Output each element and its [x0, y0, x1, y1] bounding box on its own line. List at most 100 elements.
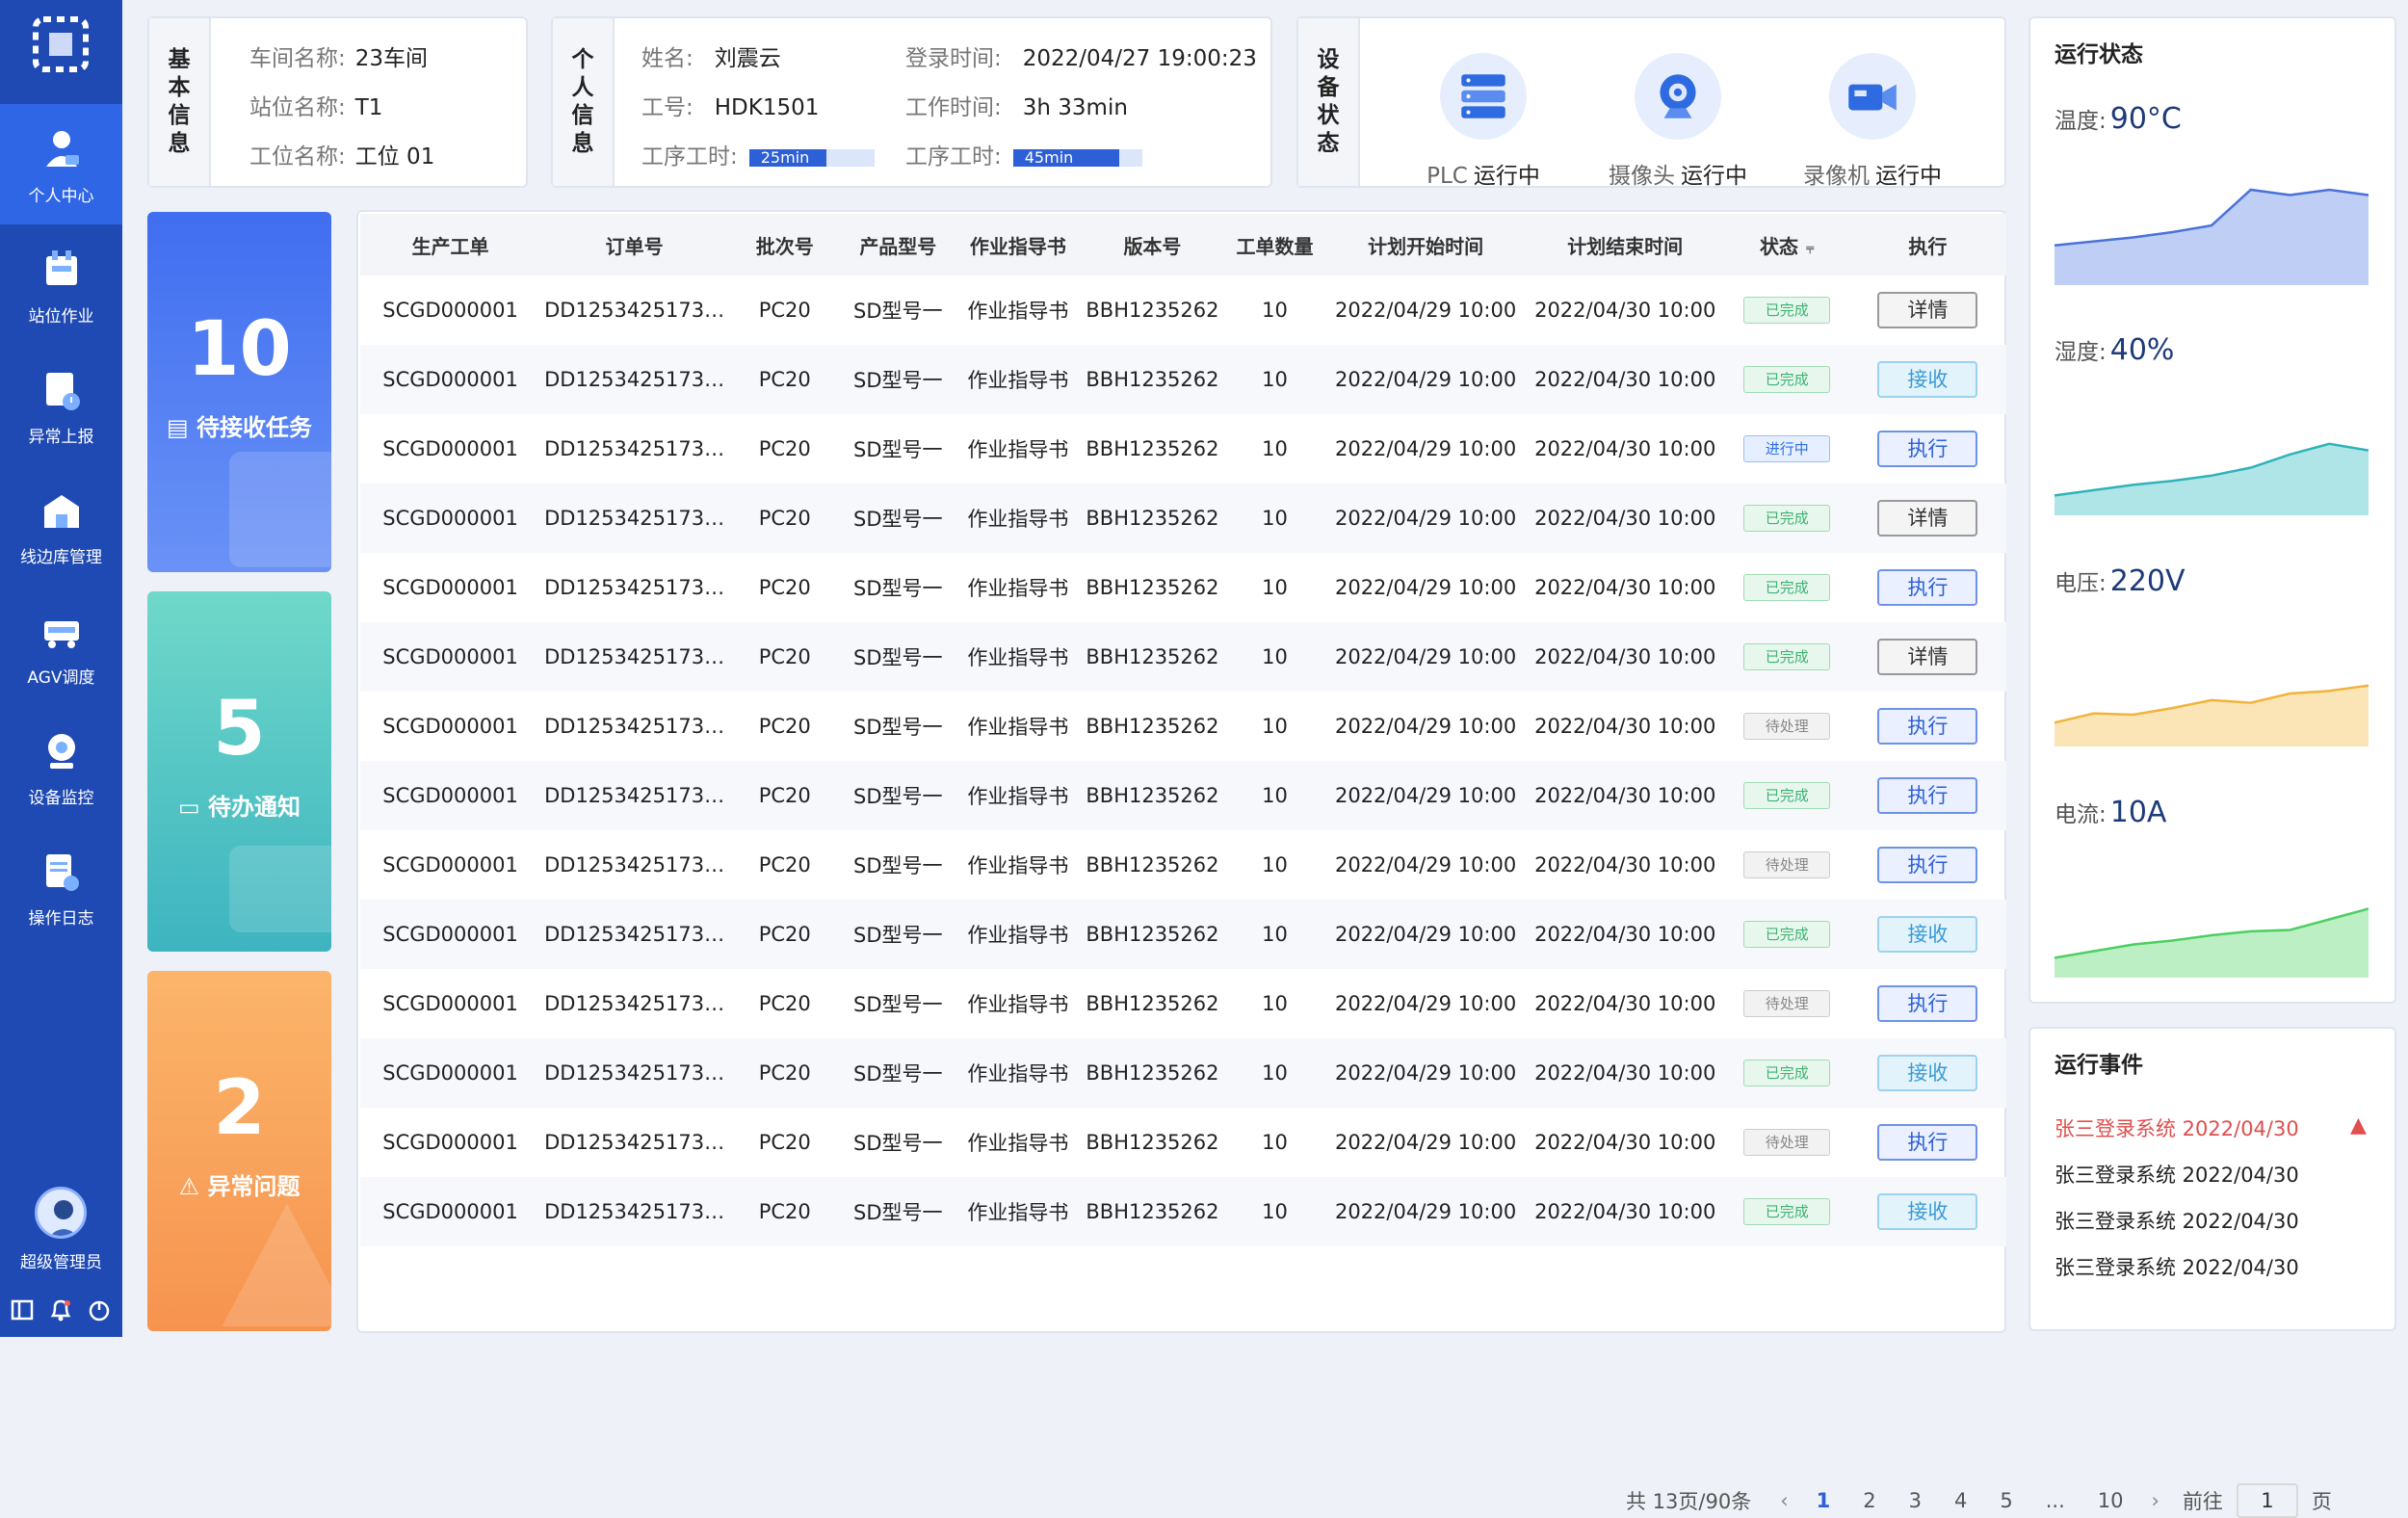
event-text: 张三登录系统 2022/04/30 [2055, 1117, 2299, 1140]
table-cell: SD型号一 [853, 785, 943, 808]
row-action-button[interactable]: 执行 [1877, 985, 1978, 1022]
table-cell: PC20 [758, 784, 811, 807]
sidebar-item-2[interactable]: 站位作业 [0, 224, 122, 345]
exception-report-icon [45, 373, 80, 410]
table-cell: 作业指导书 [967, 300, 1069, 323]
humidity-label: 湿度: [2055, 340, 2107, 365]
row-action-button[interactable]: 执行 [1877, 431, 1978, 467]
row-action-button[interactable]: 详情 [1877, 500, 1978, 537]
sidebar-item-6[interactable]: 设备监控 [0, 706, 122, 826]
work-order-table: 生产工单 订单号 批次号 产品型号 作业指导书 版本号 工单数量 计划开始时间 计划结束时间 状态… [360, 214, 2006, 1246]
prev-page-icon[interactable]: ‹ [1780, 1489, 1788, 1512]
device-monitor-icon [47, 734, 75, 769]
sidebar-item-4[interactable]: 线边库管理 [0, 465, 122, 586]
status-cell: 已完成 [1725, 622, 1849, 692]
row-action-button[interactable]: 执行 [1877, 1124, 1978, 1161]
row-action-button[interactable]: 接收 [1877, 1193, 1978, 1230]
agv-icon [43, 621, 79, 648]
event-item[interactable]: 张三登录系统 2022/04/30 [2055, 1160, 2299, 1189]
avatar[interactable] [35, 1187, 87, 1239]
table-cell: 作业指导书 [967, 785, 1069, 808]
table-cell: 作业指导书 [967, 369, 1069, 392]
device-status-text: 运行中 [1473, 164, 1540, 189]
page-number[interactable]: 2 [1863, 1489, 1875, 1512]
column-header: 产品型号 [859, 234, 937, 258]
table-row: SCGD000001 DD1253425173612... PC20 SD型号一 作业指… [360, 1177, 2006, 1246]
column-header: 执行 [1908, 234, 1948, 258]
process-hours-value-2: 45min [1024, 147, 1074, 167]
humidity-value: 40% [2109, 333, 2175, 367]
event-item[interactable]: 张三登录系统 2022/04/30 [2055, 1113, 2299, 1142]
table-row: SCGD000001 DD1253425173612... PC20 SD型号一 作业指… [360, 692, 2006, 761]
table-cell: PC20 [758, 507, 811, 530]
page-number[interactable]: 4 [1954, 1489, 1967, 1512]
device-recorder[interactable]: 录像机 运行中 [1776, 53, 1969, 190]
row-action-button[interactable]: 执行 [1877, 708, 1978, 745]
table-cell: BBH1235262 [1086, 1200, 1219, 1223]
table-cell: 2022/04/30 10:00 [1534, 437, 1716, 460]
power-icon[interactable] [86, 1296, 113, 1323]
table-cell: 10 [1262, 1131, 1288, 1154]
device-plc[interactable]: PLC 运行中 [1387, 53, 1580, 190]
process-hours-bar: 25min [748, 148, 875, 167]
row-action-button[interactable]: 执行 [1877, 847, 1978, 883]
table-cell: PC20 [758, 1131, 811, 1154]
device-camera[interactable]: 摄像头 运行中 [1582, 53, 1774, 190]
table-cell: SCGD000001 [382, 576, 518, 599]
process-hours-label-2: 工序工时: [905, 144, 1002, 170]
page-number[interactable]: 1 [1817, 1489, 1831, 1512]
table-cell: 作业指导书 [967, 1132, 1069, 1155]
pending-tasks-card[interactable]: 10 ▤ 待接收任务 [147, 212, 331, 572]
chart-area [2055, 685, 2369, 746]
status-badge: 待处理 [1743, 990, 1831, 1017]
temperature-chart [2055, 188, 2369, 285]
column-header[interactable]: 状态 ⫧ [1725, 214, 1849, 275]
event-item[interactable]: 张三登录系统 2022/04/30 [2055, 1206, 2299, 1235]
table-cell: SD型号一 [853, 508, 943, 531]
action-cell: 执行 [1849, 761, 2006, 830]
page-number[interactable]: 10 [2098, 1489, 2124, 1512]
table-cell: SD型号一 [853, 993, 943, 1016]
exception-card[interactable]: 2 ⚠ 异常问题 [147, 971, 331, 1331]
row-action-button[interactable]: 详情 [1877, 639, 1978, 675]
sidebar-item-1[interactable]: 个人中心 [0, 104, 122, 224]
page-number[interactable]: 5 [2000, 1489, 2012, 1512]
row-action-button[interactable]: 执行 [1877, 569, 1978, 606]
status-badge: 已完成 [1743, 921, 1831, 948]
row-action-button[interactable]: 接收 [1877, 916, 1978, 953]
table-cell: SCGD000001 [382, 645, 518, 668]
sidebar-item-3[interactable]: 异常上报 [0, 345, 122, 465]
bell-icon[interactable] [47, 1296, 74, 1323]
table-cell: 10 [1262, 784, 1288, 807]
next-page-icon[interactable]: › [2152, 1489, 2159, 1512]
device-name: 摄像头 [1609, 164, 1675, 189]
logo-icon [33, 16, 89, 72]
table-row: SCGD000001 DD1253425173612... PC20 SD型号一 作业指… [360, 414, 2006, 484]
page-number[interactable]: 3 [1909, 1489, 1922, 1512]
row-action-button[interactable]: 接收 [1877, 361, 1978, 398]
personal-info-title: 个人信息 [553, 18, 615, 186]
goto-page-input[interactable]: 1 [2236, 1483, 2298, 1518]
sidebar-item-7[interactable]: 操作日志 [0, 826, 122, 947]
table-cell: BBH1235262 [1086, 715, 1219, 738]
filter-icon[interactable]: ⫧ [1806, 240, 1814, 257]
status-badge: 已完成 [1743, 1198, 1831, 1225]
table-row: SCGD000001 DD1253425173612... PC20 SD型号一 作业指… [360, 275, 2006, 345]
sidebar-item-5[interactable]: AGV调度 [0, 586, 122, 706]
table-cell: SD型号一 [853, 1062, 943, 1086]
message-icon: ▭ [177, 794, 209, 821]
action-cell: 执行 [1849, 692, 2006, 761]
row-action-button[interactable]: 接收 [1877, 1055, 1978, 1091]
current-chart [2055, 907, 2369, 978]
row-action-button[interactable]: 详情 [1877, 292, 1978, 328]
basic-info-card: 基本信息 车间名称: 23车间 站位名称: T1 工位名称: 工位 01 [147, 16, 528, 188]
pending-notice-card[interactable]: 5 ▭ 待办通知 [147, 591, 331, 952]
table-cell: DD1253425173612... [544, 923, 728, 946]
menu-toggle-icon[interactable] [10, 1296, 37, 1323]
page-number[interactable]: ... [2046, 1489, 2065, 1512]
event-item[interactable]: 张三登录系统 2022/04/30 [2055, 1252, 2299, 1281]
table-cell: 2022/04/30 10:00 [1534, 715, 1716, 738]
status-cell: 已完成 [1725, 761, 1849, 830]
row-action-button[interactable]: 执行 [1877, 777, 1978, 814]
workshop-label: 车间名称: [249, 46, 346, 71]
